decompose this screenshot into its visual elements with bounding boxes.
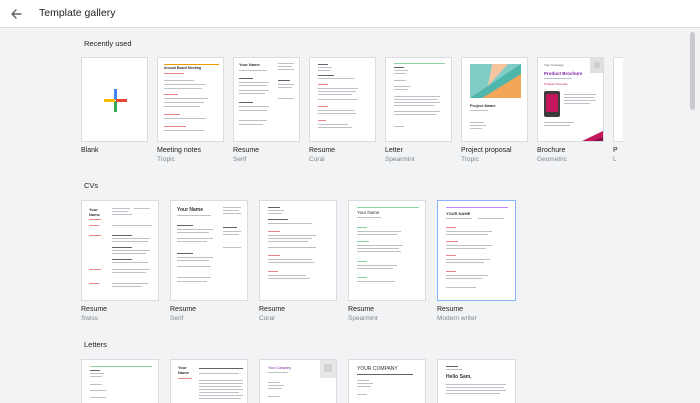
thumb-heading: Hello Sam, [446, 374, 472, 380]
geometric-pattern [320, 360, 336, 378]
thumb-heading: Your Name [89, 207, 100, 217]
thumb-subheading: Product Overview [544, 82, 568, 86]
template-name: Meeting notes [157, 147, 201, 154]
template-name: Resume [348, 306, 375, 313]
template-style: Spearmint [385, 156, 415, 163]
template-name: Project proposal [461, 147, 512, 154]
thumb-company: Your Company [544, 63, 564, 67]
template-thumbnail[interactable] [259, 200, 337, 301]
section-title-recently-used: Recently used [84, 39, 132, 48]
template-style: Tropic [157, 156, 175, 163]
template-thumbnail[interactable]: Your Name [81, 200, 159, 301]
template-style: Geometric [537, 156, 567, 163]
template-name: Blank [81, 147, 99, 154]
top-bar: Template gallery [0, 0, 700, 28]
template-thumbnail[interactable] [309, 57, 376, 142]
template-name: P [613, 147, 618, 154]
thumb-heading: Your Name [357, 210, 380, 215]
template-style: Coral [309, 156, 325, 163]
template-name: Resume [309, 147, 336, 154]
thumb-heading: Project Name [470, 103, 496, 108]
template-name: Resume [81, 306, 108, 313]
thumb-heading: Your Name [178, 365, 189, 375]
template-name: Resume [233, 147, 260, 154]
template-style: Modern writer [437, 315, 477, 322]
template-thumbnail[interactable]: Your Name [233, 57, 300, 142]
template-name: Resume [259, 306, 286, 313]
template-thumbnail[interactable]: Your Name [170, 200, 248, 301]
thumb-heading: Your Name [177, 207, 204, 213]
template-thumbnail[interactable] [613, 57, 623, 142]
template-thumbnail[interactable] [81, 359, 159, 403]
thumb-heading: Annual Board Meeting [164, 66, 202, 70]
thumb-heading: Your Name [239, 62, 260, 67]
template-style: Tropic [461, 156, 479, 163]
template-style: L [613, 156, 617, 163]
template-name: Brochure [537, 147, 566, 154]
template-thumbnail[interactable]: Your Name [348, 200, 426, 301]
template-name: Resume [170, 306, 197, 313]
template-thumbnail[interactable]: YOUR NAME [437, 200, 516, 301]
template-style: Swiss [81, 315, 98, 322]
template-name: Letter [385, 147, 403, 154]
template-thumbnail[interactable]: Your Company [259, 359, 337, 403]
template-style: Serif [170, 315, 184, 322]
template-style: Coral [259, 315, 275, 322]
template-style: Spearmint [348, 315, 378, 322]
thumb-heading: YOUR NAME [446, 211, 471, 216]
thumb-heading: YOUR COMPANY [357, 366, 398, 372]
template-thumbnail[interactable]: Hello Sam, [437, 359, 516, 403]
section-title-letters: Letters [84, 340, 107, 349]
template-thumbnail[interactable] [81, 57, 148, 142]
template-name: Resume [437, 306, 464, 313]
template-thumbnail[interactable] [385, 57, 452, 142]
thumb-heading: Product Brochure [544, 71, 583, 76]
page-title: Template gallery [39, 7, 116, 19]
scrollbar[interactable] [690, 32, 695, 110]
phone-screen [546, 94, 558, 112]
template-thumbnail[interactable]: Your Company Product Brochure Product Ov… [537, 57, 604, 142]
template-thumbnail[interactable]: YOUR COMPANY [348, 359, 426, 403]
template-style: Serif [233, 156, 247, 163]
plus-icon [104, 89, 127, 112]
proposal-artwork [470, 64, 521, 98]
arrow-back-icon[interactable] [8, 6, 24, 22]
thumb-heading: Your Company [268, 366, 292, 370]
template-thumbnail[interactable]: Project Name [461, 57, 528, 142]
template-thumbnail[interactable]: Annual Board Meeting [157, 57, 224, 142]
template-thumbnail[interactable]: Your Name [170, 359, 248, 403]
section-title-cvs: CVs [84, 181, 99, 190]
